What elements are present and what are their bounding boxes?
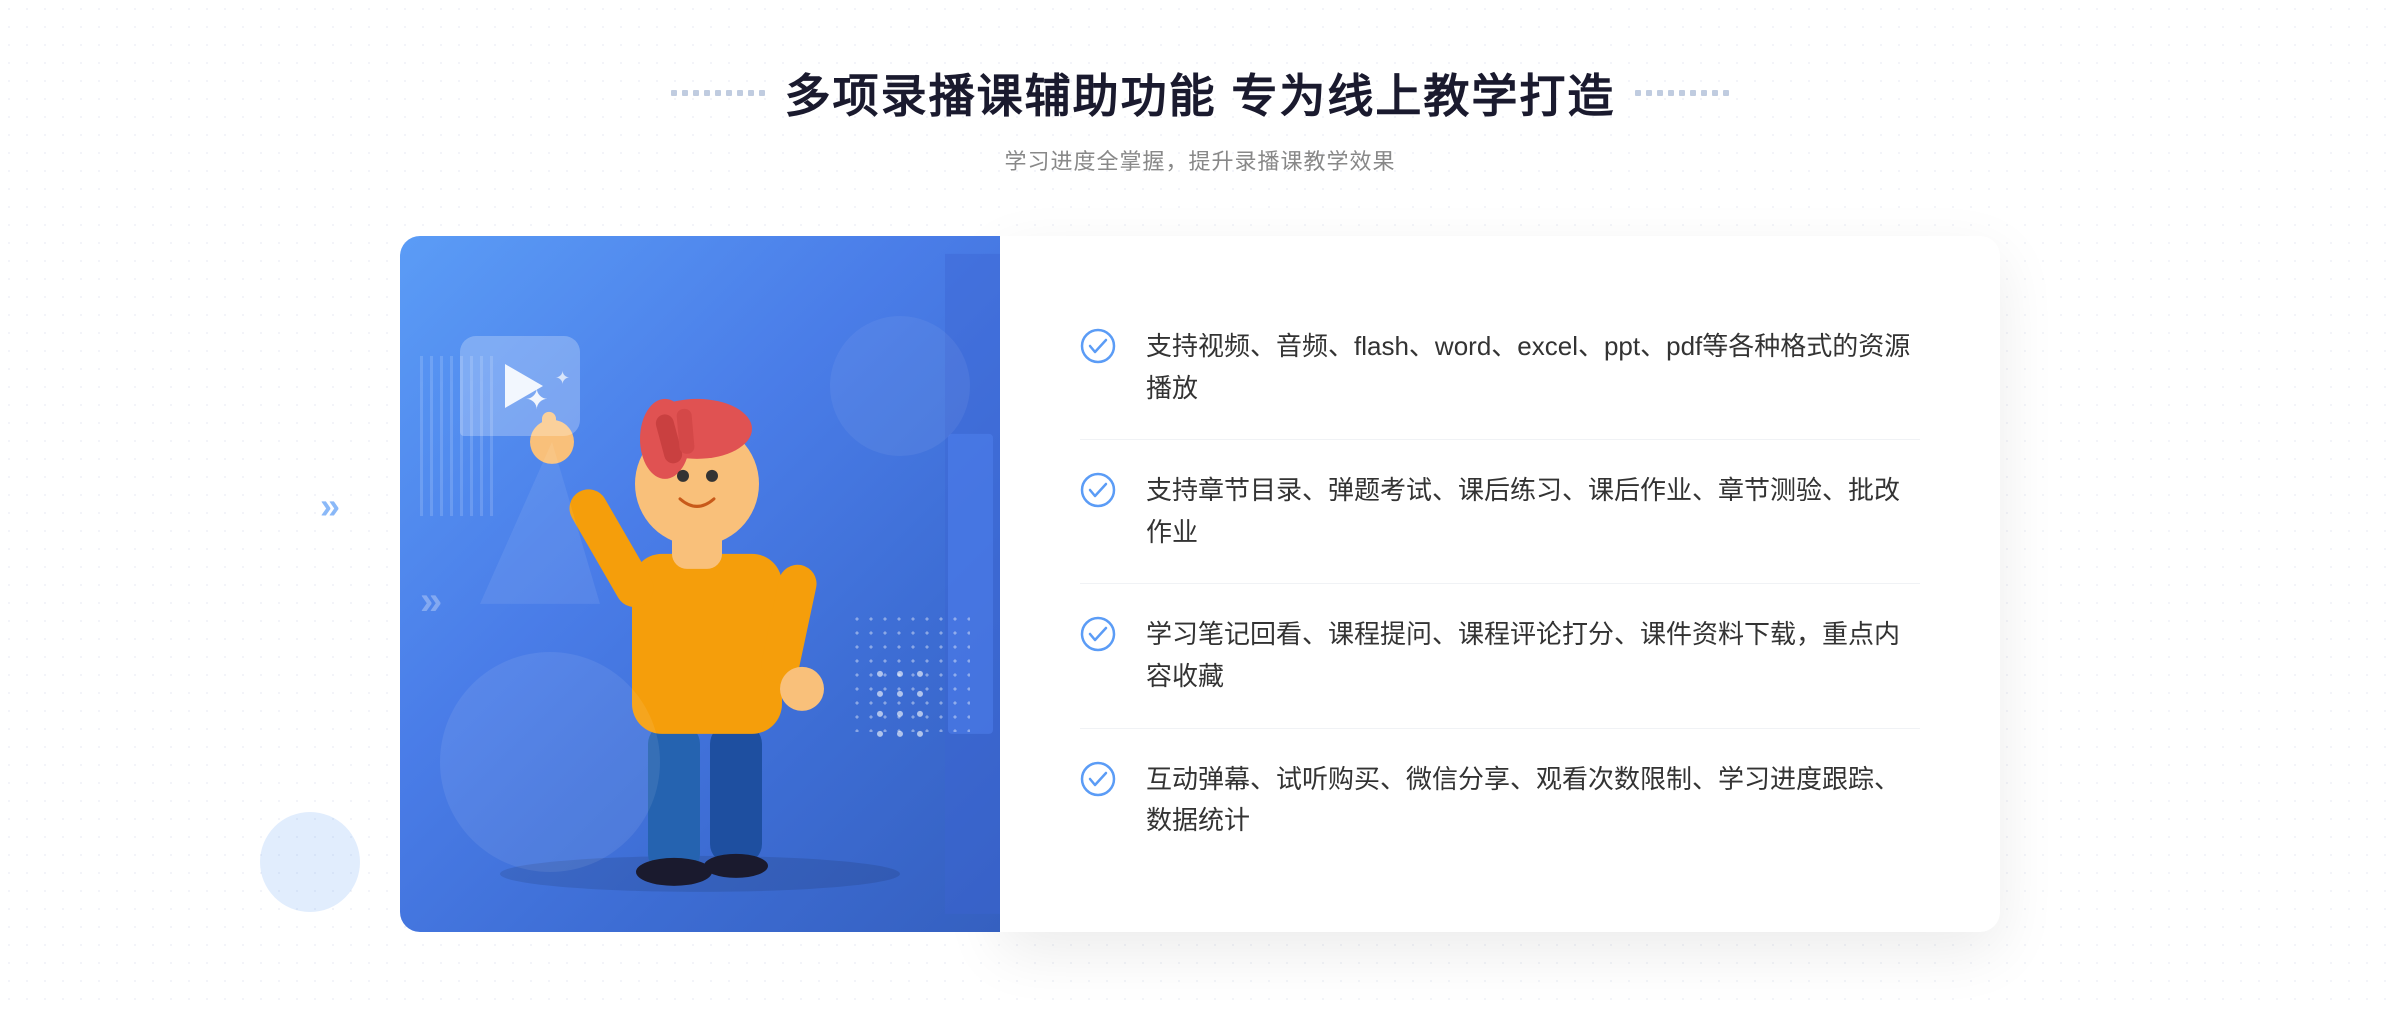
features-panel: 支持视频、音频、flash、word、excel、ppt、pdf等各种格式的资源…: [1000, 236, 2000, 932]
illus-dots: [850, 612, 970, 732]
decorative-dots-right: [1635, 90, 1729, 96]
play-triangle-icon: [505, 364, 543, 408]
illus-circle-2: [830, 316, 970, 456]
feature-text-1: 支持视频、音频、flash、word、excel、ppt、pdf等各种格式的资源…: [1146, 326, 1920, 409]
feature-text-3: 学习笔记回看、课程提问、课程评论打分、课件资料下载，重点内容收藏: [1146, 614, 1920, 697]
decorative-dots-left: [671, 90, 765, 96]
main-title: 多项录播课辅助功能 专为线上教学打造: [785, 60, 1616, 126]
feature-text-2: 支持章节目录、弹题考试、课后练习、课后作业、章节测验、批改作业: [1146, 470, 1920, 553]
illustration-panel: ✦ ✦ »: [400, 236, 1000, 932]
check-icon-1: [1080, 328, 1116, 364]
illus-circle-1: [440, 652, 660, 872]
check-icon-2: [1080, 472, 1116, 508]
check-icon-4: [1080, 761, 1116, 797]
left-chevron-decoration: »: [320, 485, 340, 527]
feature-item-3: 学习笔记回看、课程提问、课程评论打分、课件资料下载，重点内容收藏: [1080, 584, 1920, 728]
check-icon-3: [1080, 616, 1116, 652]
main-content: ✦ ✦ »: [400, 236, 2000, 932]
svg-text:»: »: [420, 579, 442, 623]
feature-item-2: 支持章节目录、弹题考试、课后练习、课后作业、章节测验、批改作业: [1080, 440, 1920, 584]
play-bubble: [460, 336, 580, 436]
bottom-left-circle: [260, 812, 360, 912]
header-subtitle: 学习进度全掌握，提升录播课教学效果: [671, 144, 1730, 176]
feature-item-4: 互动弹幕、试听购买、微信分享、观看次数限制、学习进度跟踪、数据统计: [1080, 729, 1920, 872]
header-section: 多项录播课辅助功能 专为线上教学打造 学习进度全掌握，提升录播课教学效果: [671, 60, 1730, 176]
feature-item-1: 支持视频、音频、flash、word、excel、ppt、pdf等各种格式的资源…: [1080, 296, 1920, 440]
feature-text-4: 互动弹幕、试听购买、微信分享、观看次数限制、学习进度跟踪、数据统计: [1146, 759, 1920, 842]
page-container: 多项录播课辅助功能 专为线上教学打造 学习进度全掌握，提升录播课教学效果 »: [0, 0, 2400, 1012]
header-title-row: 多项录播课辅助功能 专为线上教学打造: [671, 60, 1730, 126]
